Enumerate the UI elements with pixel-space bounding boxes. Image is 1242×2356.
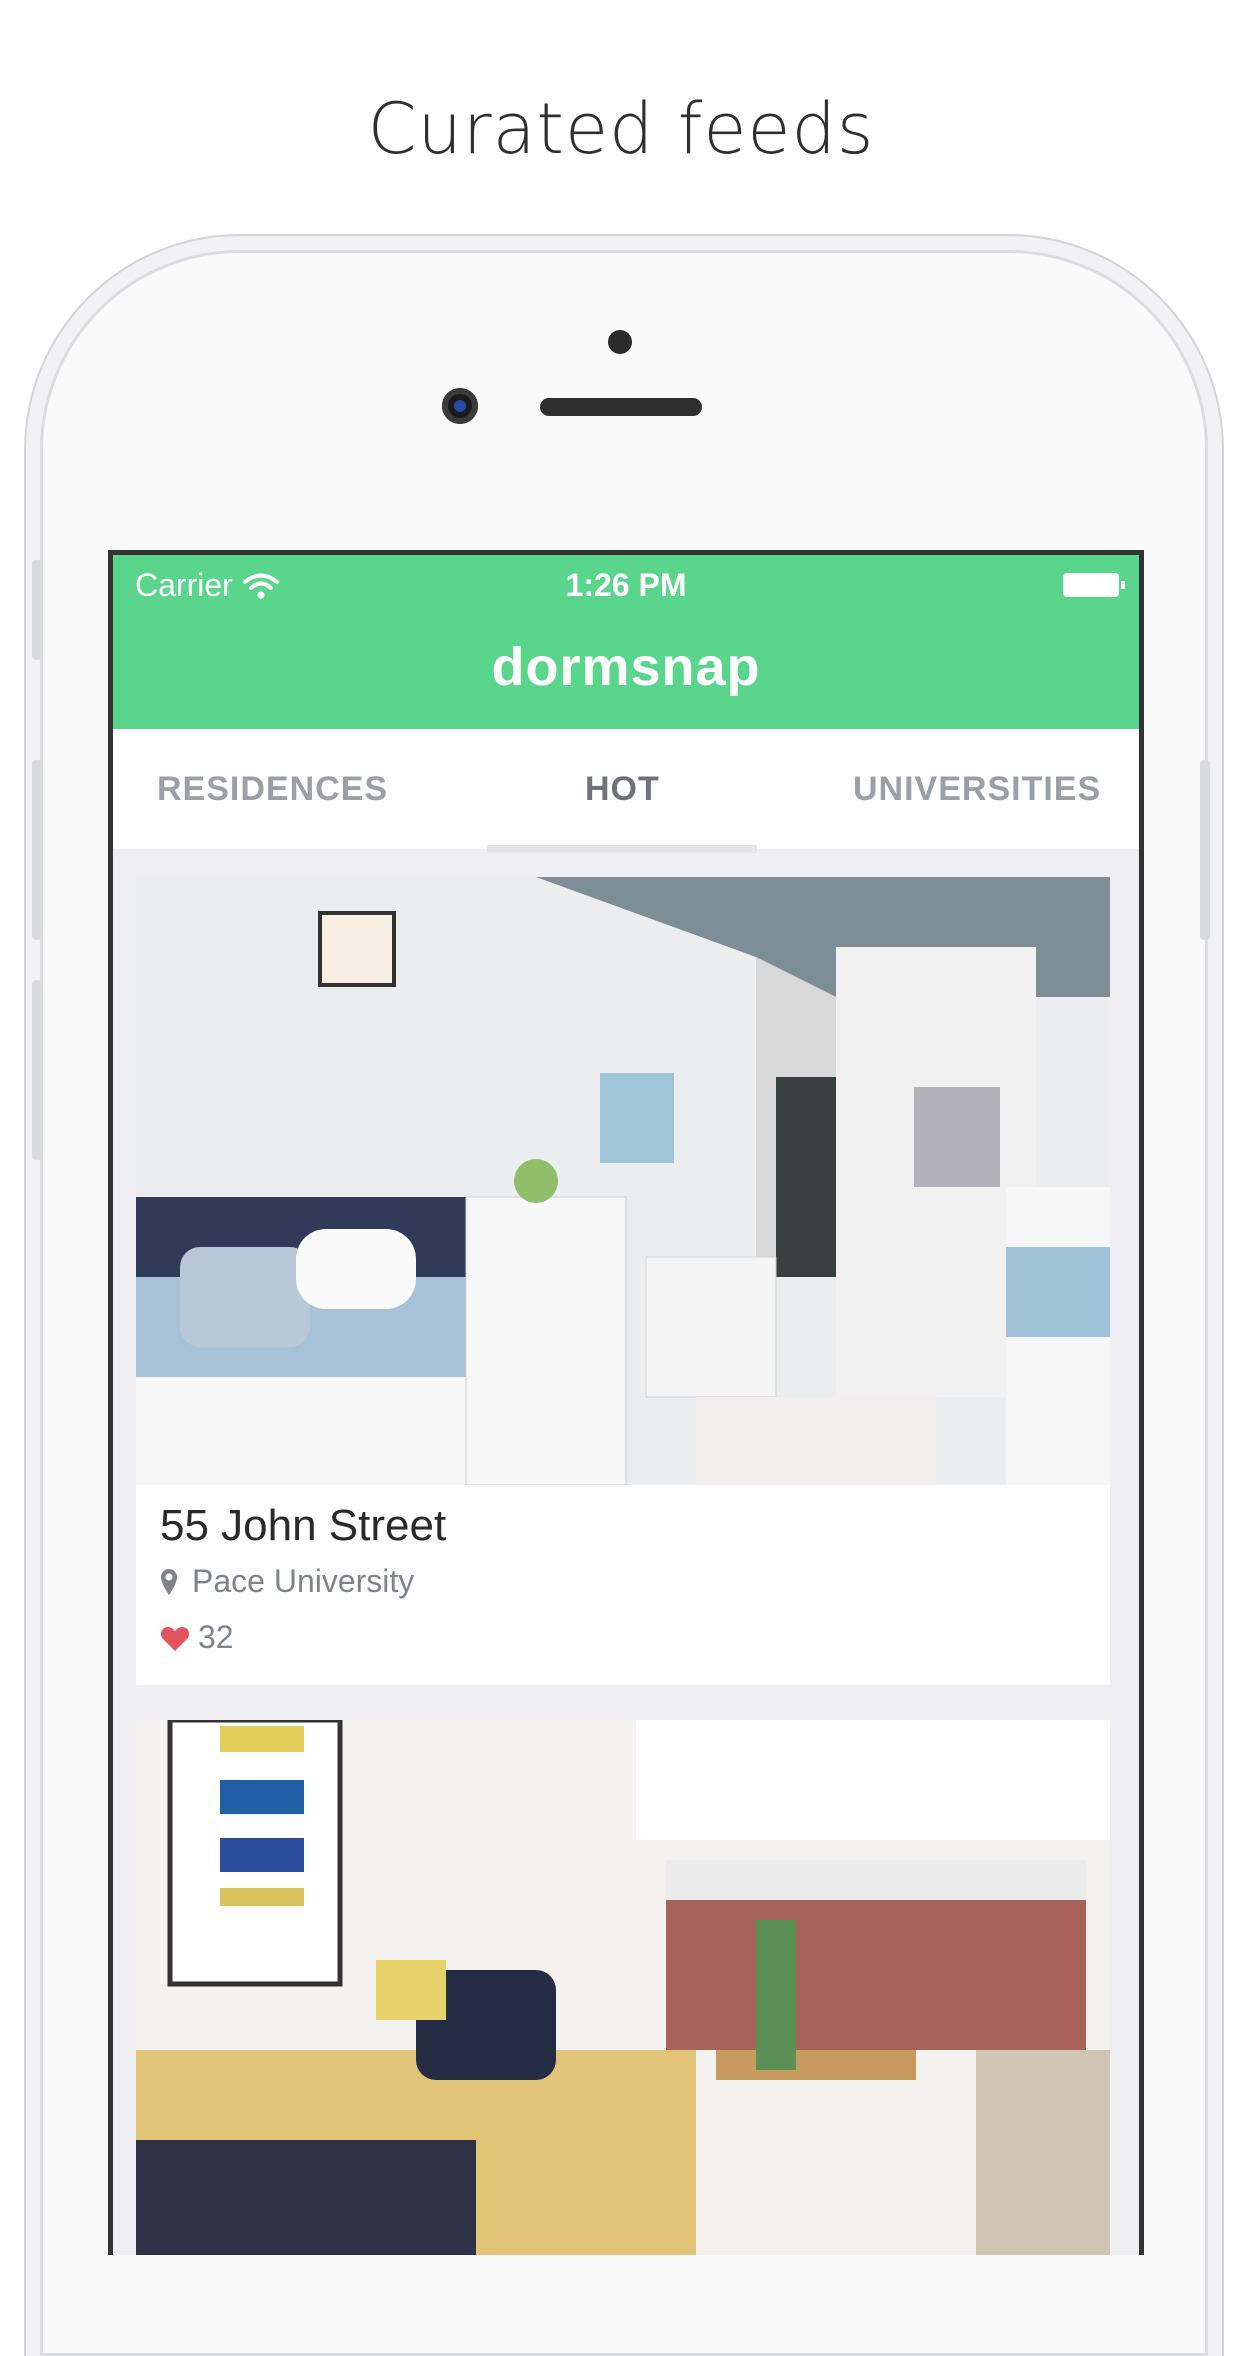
tab-residences[interactable]: RESIDENCES: [157, 729, 388, 849]
front-camera: [442, 388, 478, 424]
feed-tabs: RESIDENCES HOT UNIVERSITIES: [113, 729, 1139, 849]
tab-universities[interactable]: UNIVERSITIES: [853, 729, 1101, 849]
earpiece-speaker: [540, 398, 702, 416]
app-title: dormsnap: [491, 637, 761, 697]
location-pin-icon: [161, 1568, 177, 1595]
dorm-room-photo: [136, 1720, 1110, 2255]
proximity-sensor: [608, 330, 632, 354]
card-title: 55 John Street: [160, 1501, 447, 1550]
phone-volume-up: [32, 760, 42, 940]
feed-card[interactable]: 55 John Street Pace University 32: [136, 877, 1110, 1685]
phone-volume-down: [32, 980, 42, 1160]
tab-hot[interactable]: HOT: [585, 729, 660, 849]
card-likes[interactable]: 32: [160, 1619, 234, 1656]
card-photo[interactable]: [136, 877, 1110, 1485]
card-photo[interactable]: [136, 1720, 1110, 2255]
phone-mute-switch: [32, 560, 42, 660]
dorm-room-photo: [136, 877, 1110, 1485]
phone-power-button: [1200, 760, 1210, 940]
nav-bar: dormsnap: [113, 617, 1139, 729]
app-screen: Carrier 1:26 PM dormsnap RESIDENCES HOT …: [108, 550, 1144, 2255]
feed-card[interactable]: [136, 1720, 1110, 2255]
status-time: 1:26 PM: [565, 567, 687, 603]
tab-active-indicator: [487, 845, 757, 853]
battery-icon: [1063, 573, 1125, 597]
status-bar: Carrier 1:26 PM: [113, 555, 1139, 617]
card-university[interactable]: Pace University: [192, 1563, 414, 1600]
like-count: 32: [198, 1619, 234, 1655]
heart-icon[interactable]: [160, 1624, 190, 1652]
headline: Curated feeds: [367, 88, 875, 170]
card-location: Pace University: [160, 1563, 414, 1600]
